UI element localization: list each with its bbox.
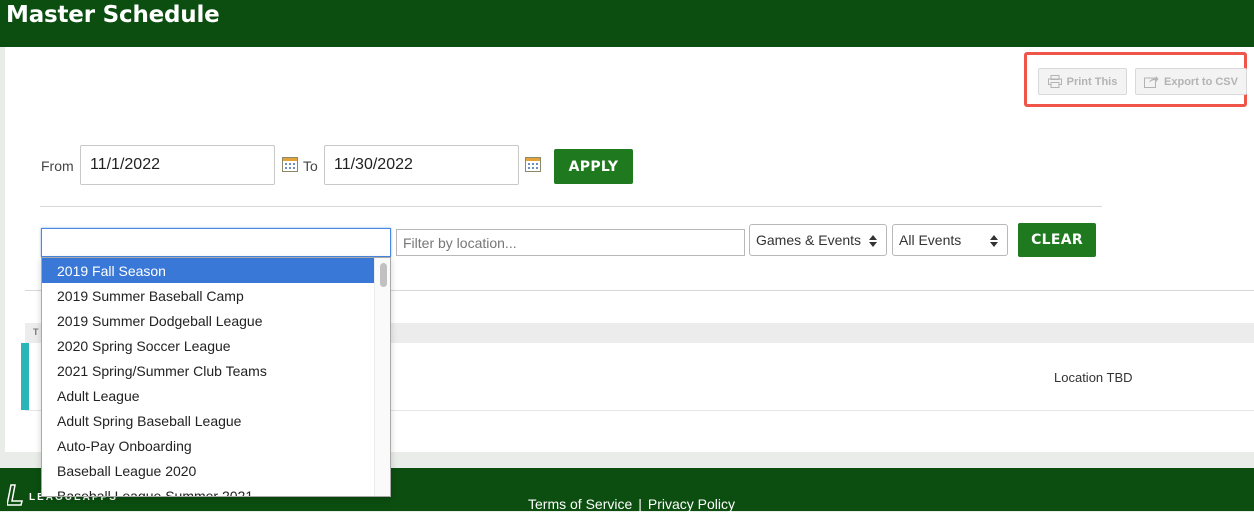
clear-button[interactable]: CLEAR (1018, 223, 1096, 257)
footer-links: Terms of Service | Privacy Policy (528, 496, 735, 512)
privacy-policy-link[interactable]: Privacy Policy (648, 496, 735, 512)
league-dropdown-list[interactable]: 2019 Fall Season 2019 Summer Baseball Ca… (41, 257, 391, 497)
leagueapps-logo-icon (6, 484, 23, 506)
league-search-input[interactable] (41, 228, 391, 257)
from-label: From (41, 158, 74, 174)
event-location: Location TBD (1054, 370, 1133, 385)
table-header-label: T (33, 327, 39, 337)
share-export-icon (1144, 75, 1159, 88)
page-title: Master Schedule (6, 2, 220, 28)
dropdown-option[interactable]: Baseball League Summer 2021 (42, 483, 374, 497)
select-arrows-icon (868, 234, 878, 248)
dropdown-option[interactable]: 2020 Spring Soccer League (42, 333, 374, 358)
dropdown-option[interactable]: Baseball League 2020 (42, 458, 374, 483)
page-header: Master Schedule (0, 0, 1254, 47)
from-date-input[interactable]: 11/1/2022 (80, 145, 275, 185)
dropdown-option[interactable]: 2019 Summer Dodgeball League (42, 308, 374, 333)
dropdown-option[interactable]: Adult Spring Baseball League (42, 408, 374, 433)
dropdown-option[interactable]: 2021 Spring/Summer Club Teams (42, 358, 374, 383)
dropdown-option[interactable]: 2019 Summer Baseball Camp (42, 283, 374, 308)
to-label: To (303, 158, 318, 174)
dropdown-option[interactable]: Adult League (42, 383, 374, 408)
dropdown-option[interactable]: 2019 Fall Season (42, 258, 374, 283)
export-csv-button[interactable]: Export to CSV (1135, 68, 1247, 95)
print-button[interactable]: Print This (1038, 68, 1127, 95)
filter-divider (40, 206, 1102, 207)
printer-icon (1047, 75, 1062, 88)
to-date-input[interactable]: 11/30/2022 (324, 145, 519, 185)
dropdown-scrollbar[interactable] (374, 258, 390, 496)
calendar-icon[interactable] (282, 156, 298, 172)
event-type-select[interactable]: Games & Events (749, 224, 887, 256)
footer-separator: | (638, 496, 642, 512)
select-arrows-icon (989, 234, 999, 248)
event-row-accent (21, 343, 29, 410)
location-filter-input[interactable]: Filter by location... (396, 229, 745, 256)
terms-of-service-link[interactable]: Terms of Service (528, 496, 632, 512)
event-scope-select[interactable]: All Events (892, 224, 1008, 256)
apply-button[interactable]: APPLY (554, 149, 633, 184)
export-button-label: Export to CSV (1164, 75, 1238, 88)
event-type-value: Games & Events (756, 232, 862, 248)
dropdown-scroll-thumb[interactable] (380, 263, 387, 287)
dropdown-option[interactable]: Auto-Pay Onboarding (42, 433, 374, 458)
calendar-icon[interactable] (525, 156, 541, 172)
print-button-label: Print This (1066, 75, 1118, 88)
event-scope-value: All Events (899, 232, 962, 248)
